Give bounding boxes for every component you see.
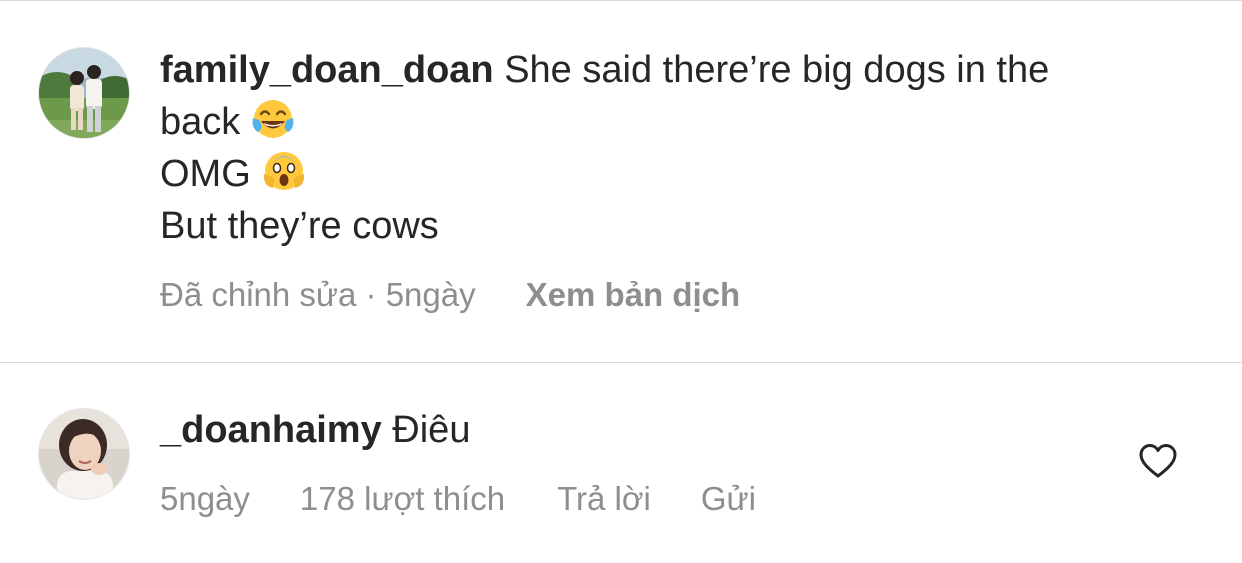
reply-button[interactable]: Trả lời xyxy=(557,480,651,517)
tears-of-joy-emoji-icon xyxy=(252,100,294,138)
comment-meta: Đã chỉnh sửa · 5ngày Xem bản dịch xyxy=(160,275,740,315)
comment-text: OMG xyxy=(160,153,251,195)
comment-username[interactable]: family_doan_doan xyxy=(160,49,494,91)
comment-line: But they’re cows xyxy=(160,200,1170,252)
meta-separator: · xyxy=(365,276,377,313)
likes-count[interactable]: 178 lượt thích xyxy=(300,480,505,517)
timestamp[interactable]: 5ngày xyxy=(160,480,250,517)
comment-body: _doanhaimy Điêu xyxy=(160,404,1170,456)
comment-text: But they’re cows xyxy=(160,205,439,247)
comment-line: family_doan_doan She said there’re big d… xyxy=(160,44,1170,96)
comment-text: back xyxy=(160,101,241,143)
comment-line: _doanhaimy Điêu xyxy=(160,404,1170,456)
comment-username[interactable]: _doanhaimy xyxy=(160,409,382,451)
comment-text: She said there’re big dogs in the xyxy=(504,49,1050,91)
comment-text: Điêu xyxy=(392,409,471,451)
comment-body: family_doan_doan She said there’re big d… xyxy=(160,44,1170,252)
see-translation-button[interactable]: Xem bản dịch xyxy=(526,276,741,313)
comment-item: family_doan_doan She said there’re big d… xyxy=(0,0,1242,362)
avatar-doanhaimy[interactable] xyxy=(38,408,130,500)
heart-outline-icon[interactable] xyxy=(1138,442,1178,480)
comment-line: OMG xyxy=(160,148,1170,200)
comment-item: _doanhaimy Điêu 5ngày 178 lượt thích Trả l… xyxy=(0,363,1242,563)
edited-label: Đã chỉnh sửa xyxy=(160,276,357,313)
avatar-family-doan-doan[interactable] xyxy=(38,47,130,139)
avatar-photo xyxy=(39,48,129,138)
comment-line: back xyxy=(160,96,1170,148)
timestamp[interactable]: 5ngày xyxy=(386,276,476,313)
comment-meta: 5ngày 178 lượt thích Trả lời Gửi xyxy=(160,479,756,519)
send-button[interactable]: Gửi xyxy=(701,480,756,517)
screaming-in-fear-emoji-icon xyxy=(263,152,304,190)
avatar-photo xyxy=(39,409,129,499)
